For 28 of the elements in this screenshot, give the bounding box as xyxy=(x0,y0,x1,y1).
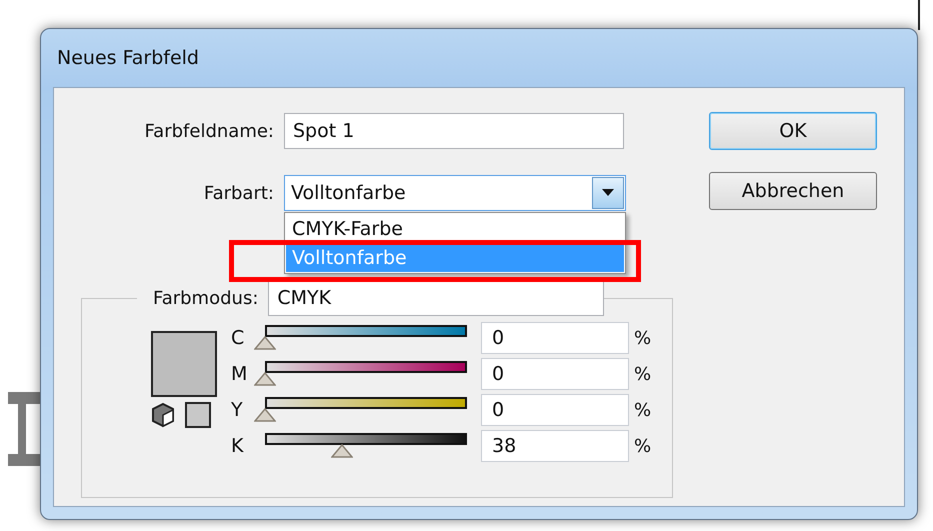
type-label: Farbart: xyxy=(202,182,274,204)
channel-value-field[interactable]: 0 xyxy=(481,394,629,426)
slider-thumb[interactable] xyxy=(254,336,276,350)
slider-thumb[interactable] xyxy=(254,372,276,386)
mode-dropdown[interactable]: CMYK xyxy=(268,280,604,316)
dropdown-button[interactable] xyxy=(592,177,624,209)
name-field[interactable]: Spot 1 xyxy=(284,113,624,149)
gamut-swatch xyxy=(185,402,211,428)
channel-label: M xyxy=(231,363,248,385)
mode-label: Farbmodus: xyxy=(137,288,268,308)
channel-label: C xyxy=(231,327,246,349)
unit-label: % xyxy=(634,436,652,456)
unit-label: % xyxy=(634,364,652,384)
unit-label: % xyxy=(634,328,652,348)
cube-icon xyxy=(151,402,175,428)
dialog-button[interactable]: Abbrechen xyxy=(709,172,877,210)
color-swatch xyxy=(151,331,217,397)
channel-value-field[interactable]: 38 xyxy=(481,430,629,462)
window-title: Neues Farbfeld xyxy=(56,46,200,71)
name-label: Farbfeldname: xyxy=(143,120,274,142)
channel-label: K xyxy=(231,435,245,457)
channel-value-field[interactable]: 0 xyxy=(481,322,629,354)
caret-icon xyxy=(602,189,614,197)
slider-thumb[interactable] xyxy=(254,408,276,422)
channel-value-field[interactable]: 0 xyxy=(481,358,629,390)
dialog-button[interactable]: OK xyxy=(709,112,877,150)
channel-label: Y xyxy=(231,399,244,421)
unit-label: % xyxy=(634,400,652,420)
